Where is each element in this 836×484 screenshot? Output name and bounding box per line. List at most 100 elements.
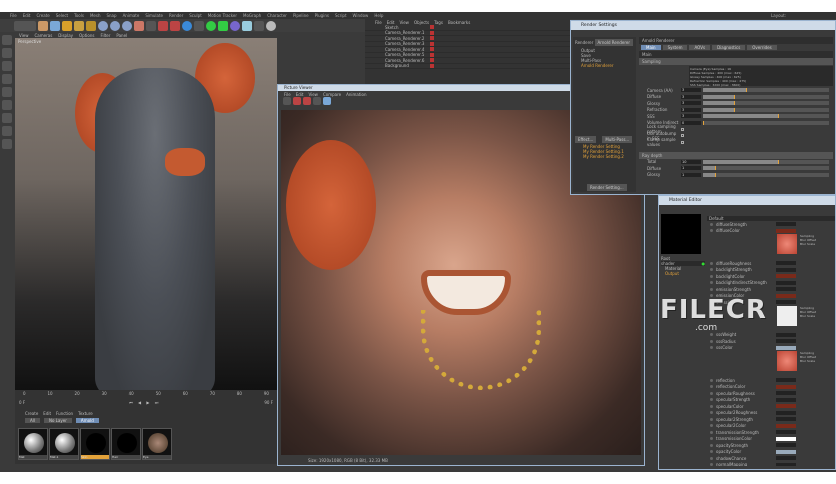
param-field[interactable]: [776, 443, 796, 447]
recent-tool-icon[interactable]: [86, 21, 96, 31]
menu-item-select[interactable]: Select: [56, 13, 68, 18]
menu-item-render[interactable]: Render: [169, 13, 183, 18]
tab-overrides[interactable]: Overrides: [747, 45, 776, 50]
camera-icon[interactable]: [254, 21, 264, 31]
object-menu-objects[interactable]: Objects: [414, 20, 429, 24]
material-menu-edit[interactable]: Edit: [43, 411, 51, 416]
compare-ab-icon[interactable]: [313, 97, 321, 105]
material-menu-texture[interactable]: Texture: [78, 411, 93, 416]
menu-item-tools[interactable]: Tools: [74, 13, 84, 18]
param-toggle-icon[interactable]: [710, 281, 713, 284]
param-toggle-icon[interactable]: [710, 268, 713, 271]
visibility-toggle-icon[interactable]: [430, 25, 434, 29]
polygons-mode-icon[interactable]: [2, 100, 12, 110]
param-toggle-icon[interactable]: [710, 405, 713, 408]
param-field[interactable]: [776, 424, 796, 428]
setting-value[interactable]: 10: [681, 160, 701, 164]
texture-thumbnail[interactable]: [777, 234, 797, 254]
param-toggle-icon[interactable]: [710, 275, 713, 278]
object-menu-bookmarks[interactable]: Bookmarks: [448, 20, 470, 24]
setting-value[interactable]: 3: [681, 114, 701, 118]
param-field[interactable]: [776, 404, 796, 408]
menu-item-file[interactable]: File: [10, 13, 17, 18]
param-field[interactable]: [776, 385, 796, 389]
param-field[interactable]: [776, 333, 796, 337]
setting-value[interactable]: 1: [681, 173, 701, 177]
menu-item-edit[interactable]: Edit: [23, 13, 31, 18]
setting-slider[interactable]: [703, 121, 829, 125]
param-field[interactable]: [776, 411, 796, 415]
menu-item-animate[interactable]: Animate: [123, 13, 140, 18]
multi-pass-button[interactable]: Multi-Pass...: [602, 136, 632, 143]
visibility-toggle-icon[interactable]: [430, 64, 434, 68]
timeline-start[interactable]: 0 F: [19, 400, 25, 405]
param-toggle-icon[interactable]: [710, 385, 713, 388]
rotate-icon[interactable]: [74, 21, 84, 31]
param-toggle-icon[interactable]: [710, 424, 713, 427]
param-field[interactable]: [776, 287, 796, 291]
menu-item-motion-tracker[interactable]: Motion Tracker: [208, 13, 237, 18]
param-field[interactable]: [776, 391, 796, 395]
checkbox[interactable]: [681, 141, 684, 144]
tab-main[interactable]: Main: [641, 45, 661, 50]
param-field[interactable]: [776, 229, 796, 233]
tab-system[interactable]: System: [663, 45, 688, 50]
fit-view-icon[interactable]: [323, 97, 331, 105]
points-mode-icon[interactable]: [2, 74, 12, 84]
param-field[interactable]: [776, 378, 796, 382]
render-preset[interactable]: My Render Setting.2: [573, 154, 624, 159]
material-thumbnail[interactable]: Mat.1: [49, 428, 79, 460]
picture-viewer-menu-animation[interactable]: Animation: [346, 92, 366, 95]
timeline[interactable]: 0102030405060708090 0 F ⏮ ◀ ▶ ⏭ 90 F: [15, 390, 277, 410]
render-icon[interactable]: [293, 97, 301, 105]
setting-slider[interactable]: [703, 166, 829, 170]
menu-item-plugins[interactable]: Plugins: [315, 13, 329, 18]
checkbox-row[interactable]: Clamp sample values: [639, 139, 833, 146]
edges-mode-icon[interactable]: [2, 87, 12, 97]
checkbox[interactable]: [681, 128, 684, 131]
live-select-icon[interactable]: [38, 21, 48, 31]
setting-value[interactable]: 0: [681, 121, 701, 125]
param-toggle-icon[interactable]: [710, 346, 713, 349]
param-toggle-icon[interactable]: [710, 463, 713, 466]
menu-item-create[interactable]: Create: [36, 13, 49, 18]
sculpt-icon[interactable]: [2, 139, 12, 149]
param-field[interactable]: [776, 398, 796, 402]
param-toggle-icon[interactable]: [710, 223, 713, 226]
param-toggle-icon[interactable]: [710, 333, 713, 336]
material-filter-tab[interactable]: No Layer: [44, 418, 72, 423]
setting-slider[interactable]: [703, 108, 829, 112]
tab-aovs[interactable]: AOVs: [689, 45, 710, 50]
param-field[interactable]: [776, 346, 796, 350]
object-menu-view[interactable]: View: [399, 20, 409, 24]
menu-item-mograph[interactable]: MoGraph: [243, 13, 261, 18]
x-axis-icon[interactable]: [98, 21, 108, 31]
visibility-toggle-icon[interactable]: [430, 42, 434, 46]
material-filter-tab[interactable]: All: [25, 418, 40, 423]
deformer-icon[interactable]: [230, 21, 240, 31]
texture-thumbnail[interactable]: [777, 306, 797, 326]
snap-icon[interactable]: [2, 126, 12, 136]
undo-button[interactable]: [14, 21, 36, 31]
make-editable-icon[interactable]: [2, 35, 12, 45]
param-field[interactable]: [776, 339, 796, 343]
y-axis-icon[interactable]: [110, 21, 120, 31]
renderer-select[interactable]: Arnold Renderer: [595, 39, 633, 46]
object-menu-edit[interactable]: Edit: [387, 20, 395, 24]
nurbs-icon[interactable]: [206, 21, 216, 31]
model-mode-icon[interactable]: [2, 48, 12, 58]
spline-pen-icon[interactable]: [194, 21, 204, 31]
setting-slider[interactable]: [703, 101, 829, 105]
section-ray-depth[interactable]: Ray depth: [639, 152, 833, 159]
setting-slider[interactable]: [703, 173, 829, 177]
save-image-icon[interactable]: [283, 97, 291, 105]
render-setting-button[interactable]: Render Setting...: [587, 184, 627, 191]
picture-viewer-menu-file[interactable]: File: [284, 92, 291, 95]
material-menu-create[interactable]: Create: [25, 411, 38, 416]
param-toggle-icon[interactable]: [710, 437, 713, 440]
playback-controls[interactable]: ⏮ ◀ ▶ ⏭: [129, 400, 160, 405]
param-field[interactable]: [776, 417, 796, 421]
param-field[interactable]: [776, 268, 796, 272]
node-enabled-icon[interactable]: ●: [702, 261, 706, 266]
menu-item-window[interactable]: Window: [353, 13, 369, 18]
